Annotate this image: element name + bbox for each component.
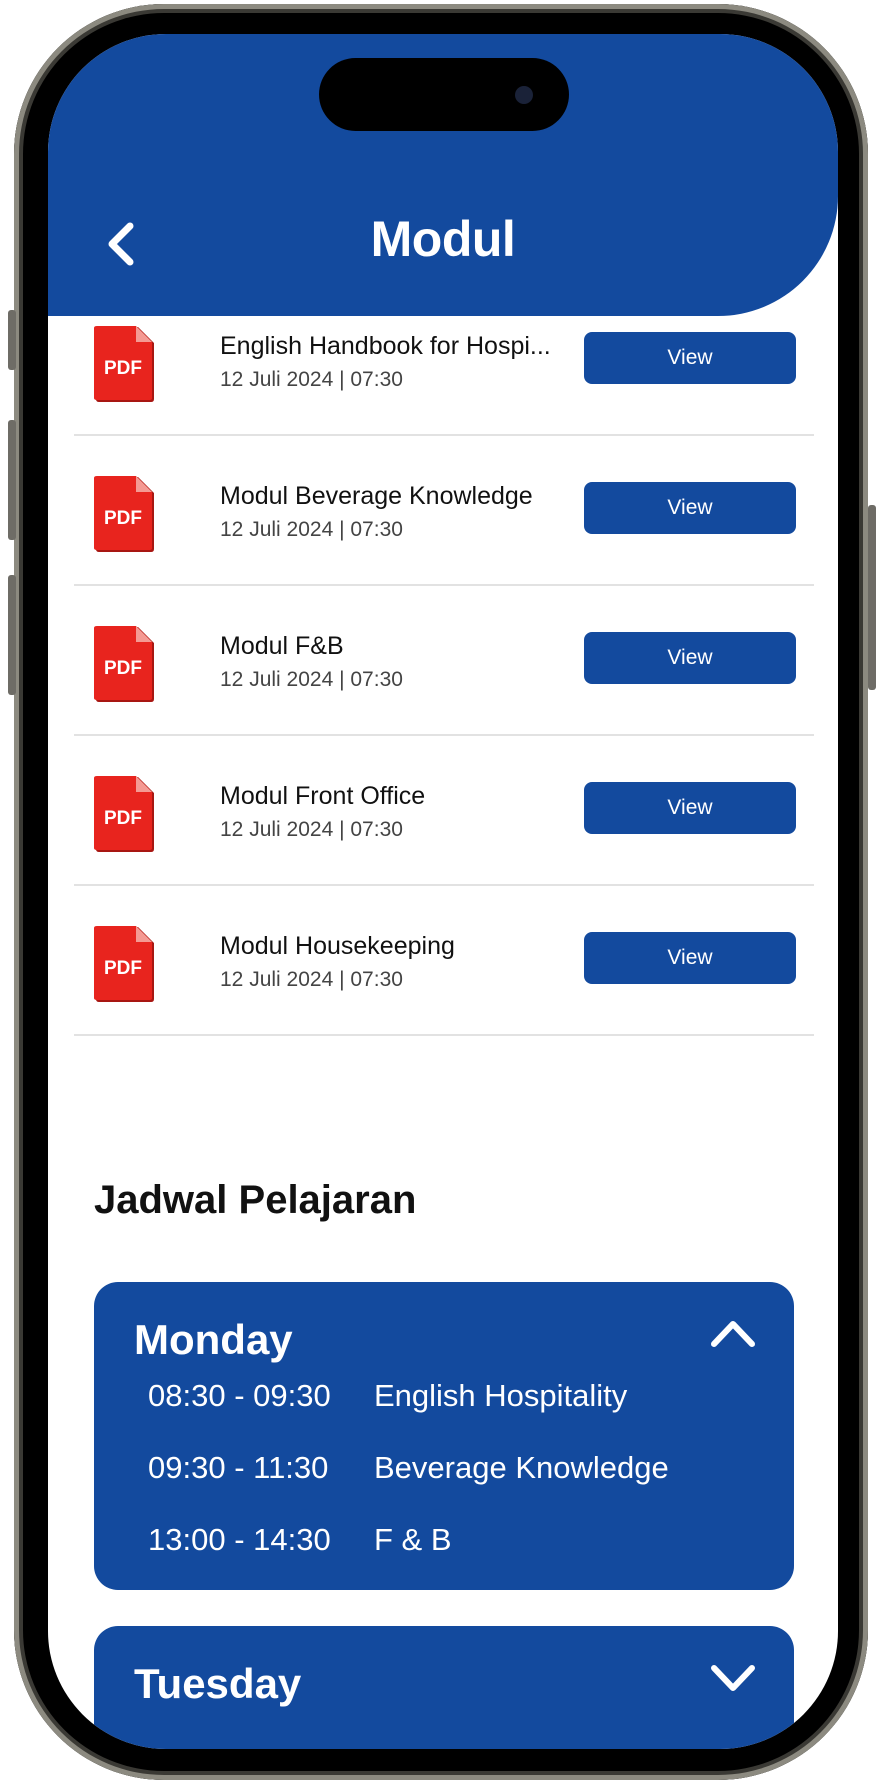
slot-time: 13:00 - 14:30 xyxy=(148,1522,331,1557)
day-card-tuesday[interactable]: Tuesday xyxy=(94,1626,794,1749)
power-button xyxy=(868,505,876,690)
pdf-file-icon: PDF xyxy=(94,326,154,402)
slot-time: 09:30 - 11:30 xyxy=(148,1450,329,1485)
module-item: PDF Modul F&B 12 Juli 2024 | 07:30 View xyxy=(74,584,814,736)
module-item: PDF English Handbook for Hospi... 12 Juli … xyxy=(74,284,814,436)
page-title: Modul xyxy=(370,211,516,267)
dynamic-island xyxy=(319,58,569,131)
module-item: PDF Modul Beverage Knowledge 12 Juli 2024 … xyxy=(74,434,814,586)
view-button[interactable]: View xyxy=(584,482,796,534)
module-item: PDF Modul Front Office 12 Juli 2024 | 07:3… xyxy=(74,734,814,886)
camera-lens xyxy=(515,86,533,104)
svg-text:PDF: PDF xyxy=(104,958,142,979)
slot-subject: English Hospitality xyxy=(374,1378,628,1413)
view-button[interactable]: View xyxy=(584,332,796,384)
pdf-file-icon: PDF xyxy=(94,626,154,702)
module-date: 12 Juli 2024 | 07:30 xyxy=(220,668,403,691)
module-date: 12 Juli 2024 | 07:30 xyxy=(220,968,403,991)
svg-text:PDF: PDF xyxy=(104,808,142,829)
slot-subject: Beverage Knowledge xyxy=(374,1450,669,1485)
module-name: Modul Housekeeping xyxy=(220,932,455,960)
module-date: 12 Juli 2024 | 07:30 xyxy=(220,818,403,841)
svg-text:PDF: PDF xyxy=(104,358,142,379)
pdf-file-icon: PDF xyxy=(94,476,154,552)
svg-text:PDF: PDF xyxy=(104,508,142,529)
module-name: English Handbook for Hospi... xyxy=(220,332,551,360)
pdf-file-icon: PDF xyxy=(94,926,154,1002)
schedule-title: Jadwal Pelajaran xyxy=(94,1178,417,1222)
module-date: 12 Juli 2024 | 07:30 xyxy=(220,368,403,391)
svg-text:PDF: PDF xyxy=(104,658,142,679)
module-name: Modul F&B xyxy=(220,632,344,660)
day-card-monday: Monday 08:30 - 09:30 English Hospitality… xyxy=(94,1282,794,1590)
module-name: Modul Beverage Knowledge xyxy=(220,482,533,510)
slot-subject: F & B xyxy=(374,1522,452,1557)
view-button[interactable]: View xyxy=(584,632,796,684)
module-name: Modul Front Office xyxy=(220,782,426,810)
volume-down-button xyxy=(8,575,16,695)
module-item: PDF Modul Housekeeping 12 Juli 2024 | 07:3… xyxy=(74,884,814,1036)
header: Modul xyxy=(48,34,838,316)
view-button[interactable]: View xyxy=(584,782,796,834)
chevron-down-icon[interactable] xyxy=(710,1660,756,1694)
module-date: 12 Juli 2024 | 07:30 xyxy=(220,518,403,541)
pdf-file-icon: PDF xyxy=(94,776,154,852)
volume-up-button xyxy=(8,420,16,540)
day-name: Tuesday xyxy=(134,1660,302,1707)
silent-switch xyxy=(8,310,16,370)
slot-time: 08:30 - 09:30 xyxy=(148,1378,331,1413)
app-screen: Modul PDF English Handbook for Hospi... 12… xyxy=(48,34,838,1749)
view-button[interactable]: View xyxy=(584,932,796,984)
chevron-up-icon[interactable] xyxy=(710,1316,756,1350)
day-name: Monday xyxy=(134,1316,293,1363)
